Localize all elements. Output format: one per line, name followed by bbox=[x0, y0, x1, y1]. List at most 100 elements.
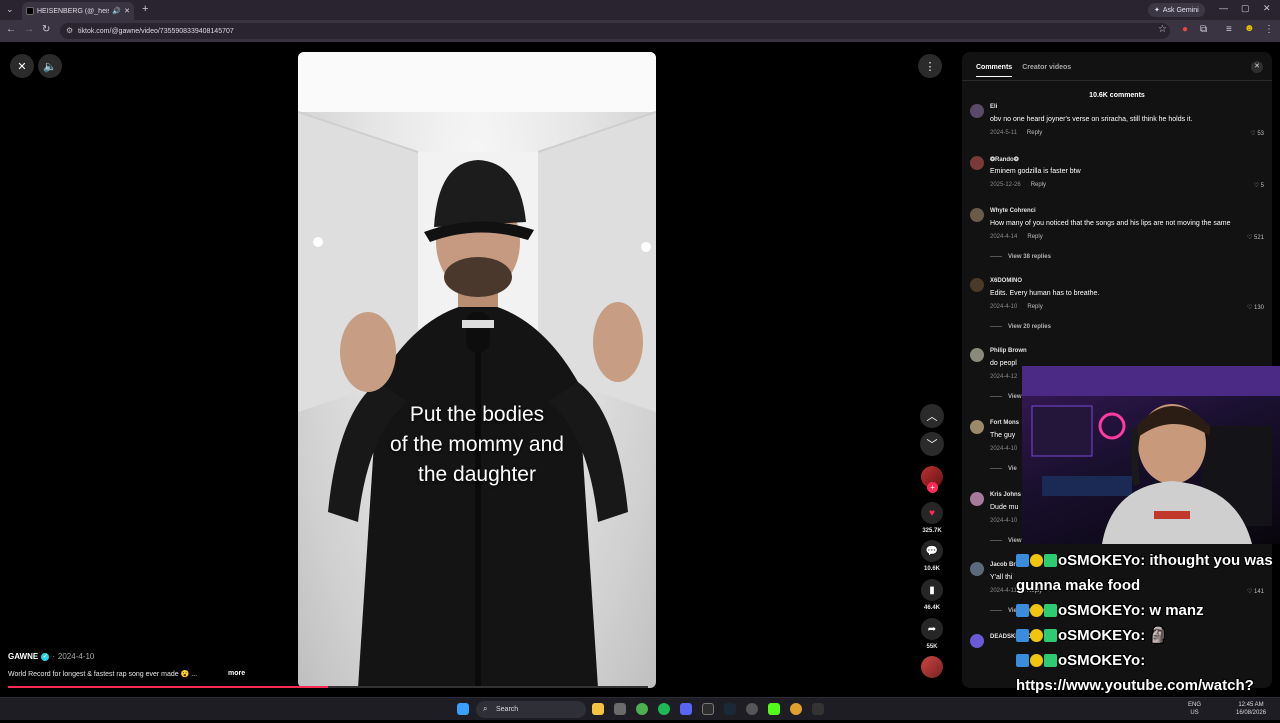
commenter-avatar[interactable] bbox=[970, 420, 984, 434]
view-replies-button[interactable]: Vie bbox=[990, 466, 1017, 472]
lang-code: ENG bbox=[1188, 702, 1202, 708]
comment-text: do peopl bbox=[990, 360, 1017, 367]
new-tab-button[interactable]: + bbox=[142, 3, 148, 15]
commenter-name[interactable]: Whyte Cohrenci bbox=[990, 208, 1036, 214]
previous-video-button[interactable]: ︿ bbox=[920, 404, 944, 428]
reload-icon[interactable]: ↻ bbox=[42, 24, 50, 35]
commenter-name[interactable]: ❂Rando❂ bbox=[990, 156, 1019, 163]
comment-like-button[interactable]: ♡ 53 bbox=[1250, 130, 1264, 137]
next-video-button[interactable]: ﹀ bbox=[920, 432, 944, 456]
comment-date: 2024-4-11 bbox=[990, 588, 1017, 594]
comment-like-button[interactable]: ♡ 521 bbox=[1247, 234, 1264, 241]
extension-icon[interactable]: ● bbox=[1182, 24, 1188, 35]
start-windows-icon[interactable] bbox=[457, 703, 469, 715]
profile-avatar[interactable]: ☻ bbox=[1244, 23, 1255, 34]
media-controls-icon[interactable]: ≡ bbox=[1226, 24, 1232, 35]
commenter-avatar[interactable] bbox=[970, 492, 984, 506]
commenter-name[interactable]: Philip Brown bbox=[990, 348, 1027, 354]
video-player[interactable]: Put the bodies of the mommy and the daug… bbox=[298, 52, 656, 688]
comment-date: 2024-4-10 bbox=[990, 446, 1018, 452]
reply-button[interactable]: Reply bbox=[1027, 304, 1042, 310]
video-progress-bar[interactable] bbox=[8, 686, 648, 688]
terminal-icon[interactable] bbox=[702, 703, 714, 715]
view-replies-button[interactable]: View 38 replies bbox=[990, 254, 1051, 260]
site-info-icon[interactable]: ⚙ bbox=[66, 26, 73, 35]
commenter-name[interactable]: Fort Mons bbox=[990, 420, 1019, 426]
commenter-avatar[interactable] bbox=[970, 104, 984, 118]
commenter-avatar[interactable] bbox=[970, 348, 984, 362]
close-panel-button[interactable]: ✕ bbox=[1251, 61, 1263, 73]
reply-button[interactable]: Reply bbox=[1027, 130, 1042, 136]
commenter-avatar[interactable] bbox=[970, 634, 984, 648]
browser-menu-icon[interactable]: ⋮ bbox=[1264, 24, 1274, 35]
commenter-avatar[interactable] bbox=[970, 208, 984, 222]
window-close-button[interactable]: ✕ bbox=[1263, 3, 1271, 14]
ask-gemini-button[interactable]: ✦ Ask Gemini bbox=[1148, 3, 1205, 17]
view-replies-button[interactable]: View bbox=[990, 394, 1022, 400]
comment-like-button[interactable]: ♡ 130 bbox=[1247, 304, 1264, 311]
clock[interactable]: 12:45 AM 16/08/2026 bbox=[1236, 701, 1266, 717]
extensions-puzzle-icon[interactable]: ⧉ bbox=[1200, 24, 1207, 35]
epic-games-icon[interactable] bbox=[812, 703, 824, 715]
chat-badge-icon bbox=[1044, 554, 1057, 567]
comment-like-button[interactable]: ♡ 5 bbox=[1254, 182, 1264, 189]
maximize-button[interactable]: ▢ bbox=[1241, 3, 1250, 14]
language-indicator[interactable]: ENG US bbox=[1188, 701, 1201, 717]
mute-button[interactable]: 🔈 bbox=[38, 54, 62, 78]
chat-badge-icon bbox=[1044, 604, 1057, 617]
commenter-avatar[interactable] bbox=[970, 278, 984, 292]
forward-arrow-icon[interactable]: → bbox=[24, 24, 34, 35]
video-author[interactable]: GAWNE ✓ · 2024-4-10 bbox=[8, 652, 94, 661]
spotify-icon[interactable] bbox=[658, 703, 670, 715]
view-replies-button[interactable]: View 20 replies bbox=[990, 324, 1051, 330]
creator-avatar-button[interactable]: + bbox=[918, 466, 946, 493]
tab-creator-videos[interactable]: Creator videos bbox=[1022, 64, 1071, 77]
comment-meta: 2024-4-12 bbox=[990, 374, 1017, 380]
taskbar-search[interactable]: ⌕ Search bbox=[476, 701, 586, 718]
tab-close-icon[interactable]: ✕ bbox=[124, 7, 130, 15]
discord-icon[interactable] bbox=[680, 703, 692, 715]
file-explorer-icon[interactable] bbox=[592, 703, 604, 715]
reply-button[interactable]: Reply bbox=[1027, 234, 1042, 240]
commenter-name[interactable]: Kris Johns bbox=[990, 492, 1021, 498]
store-icon[interactable] bbox=[614, 703, 626, 715]
music-disc-button[interactable] bbox=[918, 656, 946, 678]
tab-search-icon[interactable]: ⌄ bbox=[6, 4, 14, 15]
kick-icon[interactable] bbox=[768, 703, 780, 715]
commenter-name[interactable]: Eli bbox=[990, 104, 997, 110]
chrome-icon[interactable] bbox=[636, 703, 648, 715]
url-text: tiktok.com/@gawne/video/7355908339408145… bbox=[78, 27, 234, 35]
chevron-down-icon: ﹀ bbox=[926, 439, 938, 451]
more-options-button[interactable]: ⋮ bbox=[918, 54, 942, 78]
author-name[interactable]: GAWNE bbox=[8, 652, 38, 661]
heart-outline-icon: ♡ bbox=[1253, 183, 1261, 189]
tab-comments[interactable]: Comments bbox=[976, 64, 1013, 77]
ask-gemini-label: Ask Gemini bbox=[1162, 6, 1199, 14]
browser-tab-bar: ⌄ HEISENBERG (@_heisenbe 🔊 ✕ + ✦ Ask Gem… bbox=[0, 0, 1280, 20]
chrome-canary-icon[interactable] bbox=[790, 703, 802, 715]
follow-plus-icon[interactable]: + bbox=[927, 482, 938, 493]
share-button[interactable]: ➦ 55K bbox=[918, 618, 946, 650]
steam-icon[interactable] bbox=[724, 703, 736, 715]
replies-dash bbox=[990, 467, 1002, 469]
more-button[interactable]: more bbox=[228, 670, 245, 677]
chat-username: oSMOKEYo: bbox=[1058, 602, 1146, 619]
close-video-button[interactable]: ✕ bbox=[10, 54, 34, 78]
minimize-button[interactable]: — bbox=[1219, 3, 1228, 13]
reply-button[interactable]: Reply bbox=[1031, 182, 1046, 188]
commenter-avatar[interactable] bbox=[970, 562, 984, 576]
view-replies-label: View bbox=[1008, 394, 1022, 400]
commenter-avatar[interactable] bbox=[970, 156, 984, 170]
back-arrow-icon[interactable]: ← bbox=[6, 24, 16, 35]
bookmark-star-icon[interactable]: ☆ bbox=[1158, 24, 1167, 35]
commenter-name[interactable]: X6DOMINO bbox=[990, 278, 1022, 284]
obs-icon[interactable] bbox=[746, 703, 758, 715]
comment-date: 2024-4-14 bbox=[990, 234, 1018, 240]
like-button[interactable]: ♥ 325.7K bbox=[918, 502, 946, 534]
comment-button[interactable]: 💬 10.6K bbox=[918, 540, 946, 572]
url-field[interactable]: ⚙ tiktok.com/@gawne/video/73559083394081… bbox=[60, 23, 1170, 39]
verified-badge-icon: ✓ bbox=[41, 652, 50, 661]
browser-tab[interactable]: HEISENBERG (@_heisenbe 🔊 ✕ bbox=[22, 2, 134, 20]
webcam-scene bbox=[1022, 366, 1280, 544]
save-button[interactable]: ▮ 46.4K bbox=[918, 579, 946, 611]
